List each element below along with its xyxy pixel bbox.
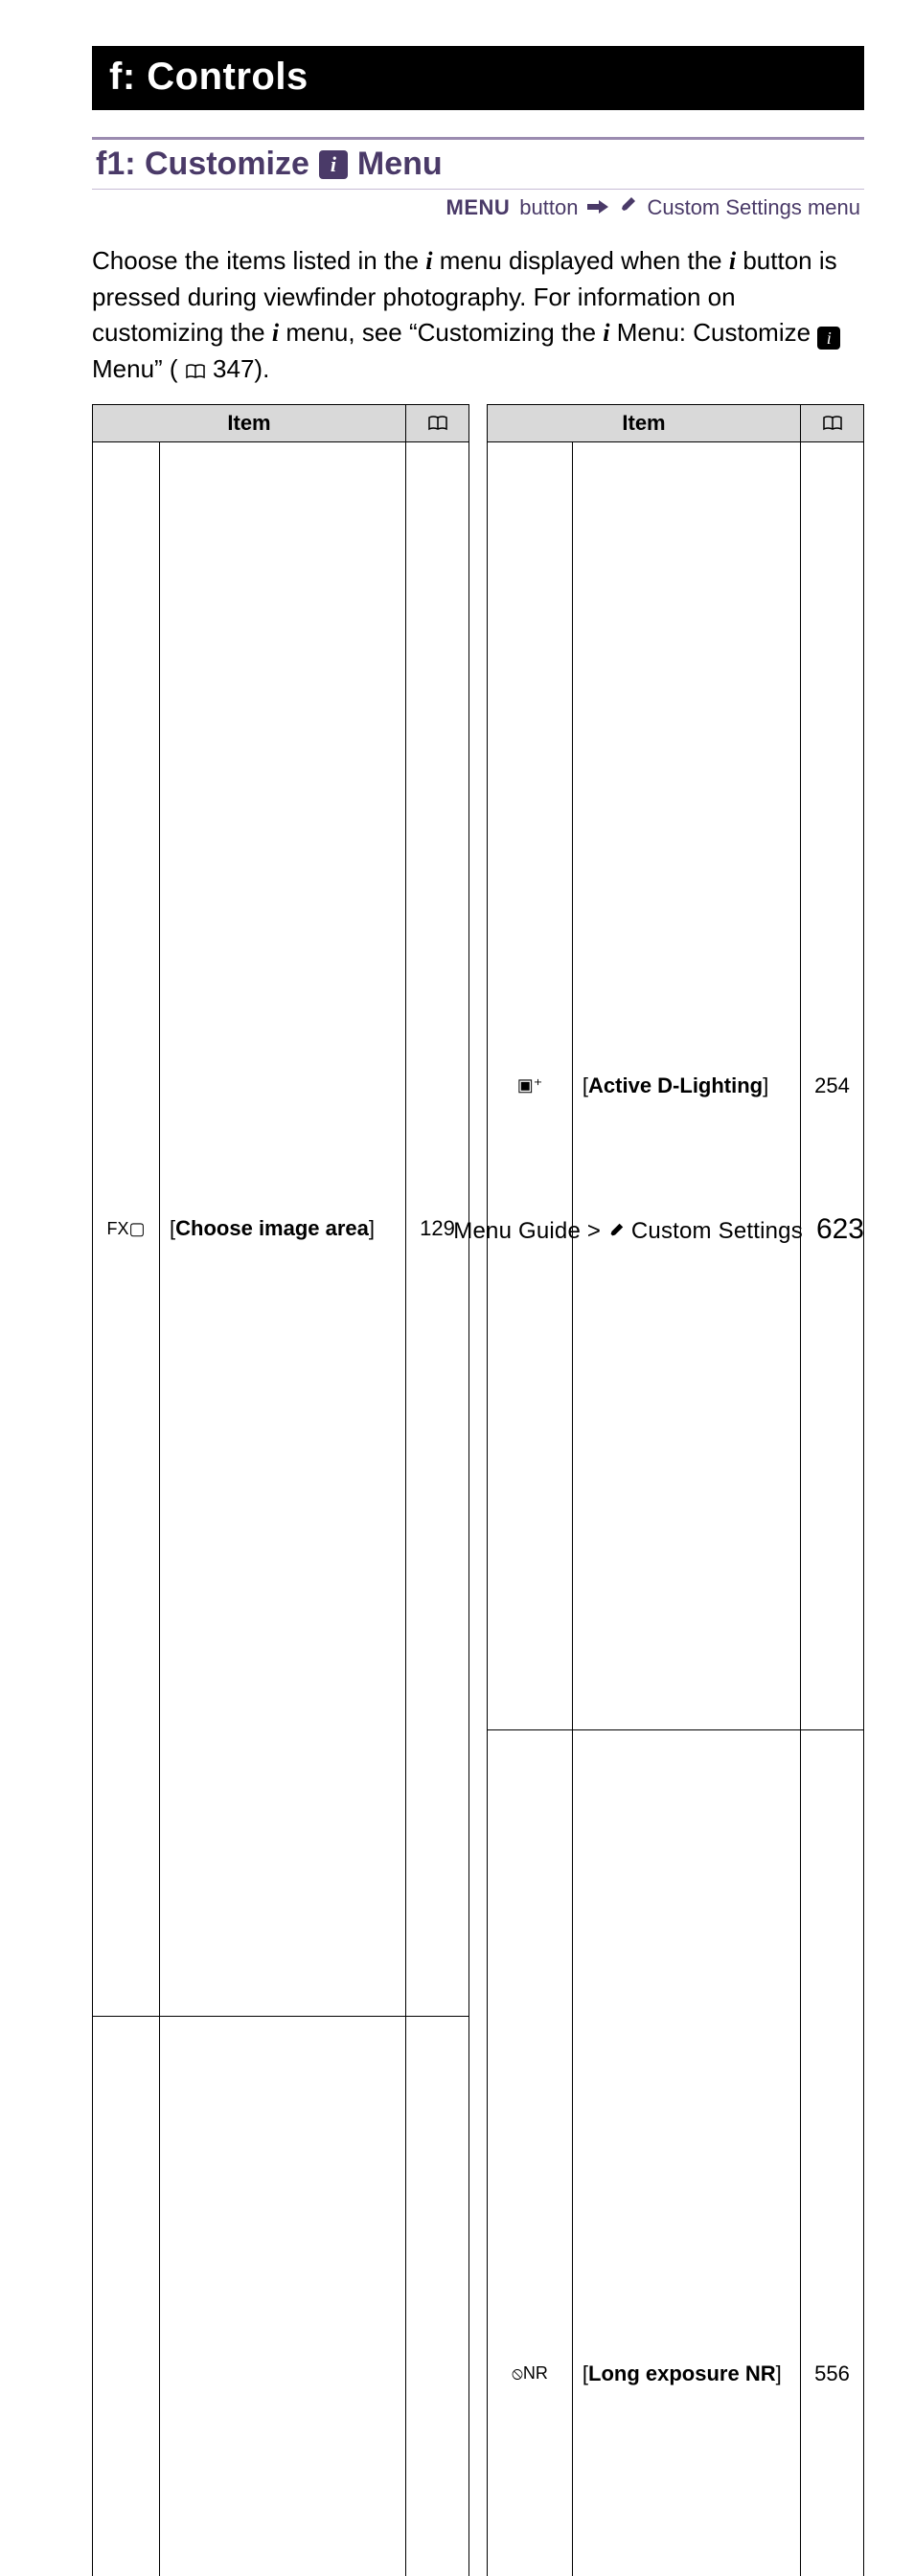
section-sub-text: Custom Settings menu — [647, 195, 860, 220]
i-menu-badge-icon: i — [817, 327, 840, 350]
right-table: Item ▣⁺[Active D-Lighting]254⦸NR[Long ex… — [487, 404, 864, 2576]
section-title-prefix: f1: Customize — [96, 146, 309, 183]
i-italic-icon: i — [729, 247, 736, 275]
page-footer: Menu Guide > Custom Settings 623 — [92, 1213, 864, 1246]
item-page: 254 — [801, 441, 864, 1729]
tables-container: Item FX▢[Choose image area]129QUAL[Image… — [92, 404, 864, 2576]
footer-crumb-1: Menu Guide > — [453, 1218, 607, 1244]
body-text-1b: menu displayed when the — [440, 246, 729, 275]
th-item: Item — [93, 404, 406, 441]
body-text-1a: Choose the items listed in the — [92, 246, 425, 275]
item-page: 556 — [801, 1729, 864, 2576]
i-menu-badge-icon: i — [319, 150, 348, 179]
th-item: Item — [488, 404, 801, 441]
chapter-heading: f: Controls — [92, 46, 864, 110]
table-row: ▣⁺[Active D-Lighting]254 — [488, 441, 864, 1729]
body-text-3c: Menu” ( — [92, 354, 178, 383]
page-number: 623 — [816, 1213, 864, 1246]
section-title-suffix: Menu — [357, 146, 443, 183]
th-page-icon — [406, 404, 469, 441]
footer-crumb-2: Custom Settings — [631, 1218, 803, 1244]
item-label: [Active D-Lighting] — [572, 441, 800, 1729]
pencil-icon — [618, 195, 637, 220]
body-paragraph: Choose the items listed in the i menu di… — [92, 243, 864, 391]
footer-crumbs: Menu Guide > Custom Settings — [453, 1218, 803, 1246]
section-breadcrumb: MENU button Custom Settings menu — [92, 189, 864, 226]
table-row: ⦸NR[Long exposure NR]556 — [488, 1729, 864, 2576]
book-icon — [185, 354, 206, 391]
menu-button-label: MENU — [446, 195, 511, 220]
pencil-icon — [607, 1219, 625, 1246]
i-italic-icon: i — [425, 247, 432, 275]
qual-icon: QUAL — [93, 2016, 160, 2576]
i-italic-icon: i — [603, 319, 609, 347]
item-label: [Long exposure NR] — [572, 1729, 800, 2576]
table-row: QUAL[Image quality]134 — [93, 2016, 469, 2576]
active-d-icon: ▣⁺ — [488, 441, 573, 1729]
body-text-3d: 347). — [213, 354, 269, 383]
body-text-3a: menu, see “Customizing the — [286, 318, 603, 347]
th-page-icon — [801, 404, 864, 441]
section-header: f1: Customize i Menu MENU button Custom … — [92, 137, 864, 226]
arrow-right-icon — [587, 195, 608, 220]
section-title: f1: Customize i Menu — [92, 140, 864, 189]
item-page: 134 — [406, 2016, 469, 2576]
button-word: button — [519, 195, 578, 220]
i-italic-icon: i — [272, 319, 279, 347]
item-label: [Image quality] — [160, 2016, 406, 2576]
left-table: Item FX▢[Choose image area]129QUAL[Image… — [92, 404, 469, 2576]
long-nr-icon: ⦸NR — [488, 1729, 573, 2576]
body-text-3b: Menu: Customize — [617, 318, 818, 347]
